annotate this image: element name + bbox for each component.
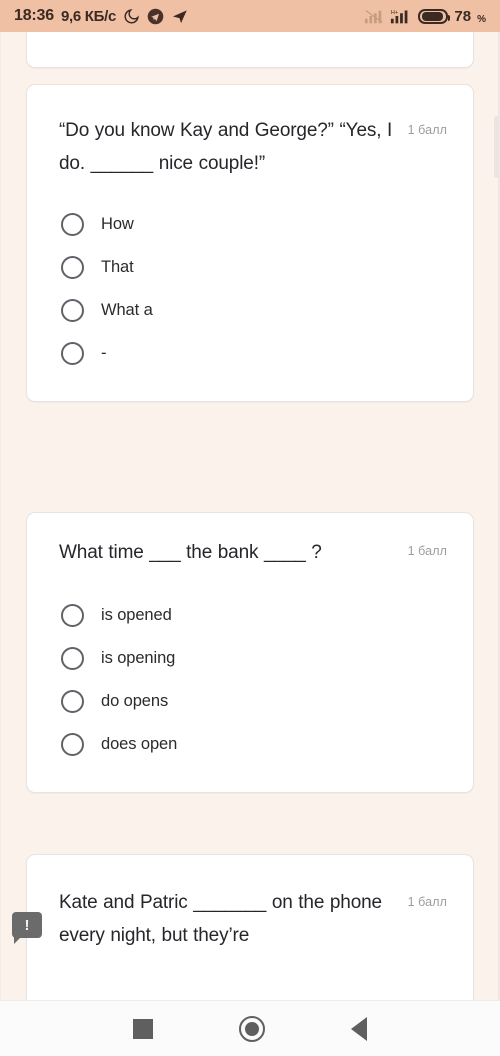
question-points-2: 1 балл bbox=[407, 544, 447, 558]
status-bar-right: H+ 78 % bbox=[364, 8, 486, 25]
option-label: That bbox=[101, 257, 134, 276]
percent-symbol: % bbox=[477, 13, 486, 25]
phone-screen: 18:36 9,6 КБ/с H+ 78 % “Do you know Kay … bbox=[0, 0, 500, 1056]
option-label: does open bbox=[101, 734, 178, 753]
option-label: do opens bbox=[101, 691, 169, 710]
option-label: is opening bbox=[101, 648, 176, 667]
options-list-1: How That What a - bbox=[27, 181, 473, 401]
battery-percent: 78 bbox=[454, 7, 472, 25]
send-icon bbox=[172, 10, 187, 24]
option-label: is opened bbox=[101, 605, 172, 624]
question-points-3: 1 балл bbox=[407, 895, 447, 909]
option-row[interactable]: What a bbox=[27, 289, 473, 332]
radio-button-icon[interactable] bbox=[61, 603, 84, 627]
option-row[interactable]: How bbox=[27, 203, 473, 246]
option-label: - bbox=[101, 343, 107, 362]
question-header-3: Kate and Patric _______ on the phone eve… bbox=[27, 855, 473, 953]
question-points-1: 1 балл bbox=[407, 123, 447, 137]
option-label: What a bbox=[101, 300, 153, 319]
question-card-1[interactable]: “Do you know Kay and George?” “Yes, I do… bbox=[26, 84, 474, 402]
option-label: How bbox=[101, 214, 134, 233]
signal-icon-2: H+ bbox=[391, 10, 408, 24]
feedback-badge-icon[interactable]: ! bbox=[12, 912, 42, 944]
moon-icon bbox=[124, 8, 139, 23]
question-header-1: “Do you know Kay and George?” “Yes, I do… bbox=[27, 85, 473, 181]
question-text-3: Kate and Patric _______ on the phone eve… bbox=[59, 892, 382, 946]
radio-button-icon[interactable] bbox=[61, 298, 84, 322]
android-navigation-bar bbox=[0, 1000, 500, 1056]
battery-icon bbox=[418, 8, 451, 24]
svg-text:H+: H+ bbox=[391, 10, 398, 16]
form-scroll-area[interactable]: “Do you know Kay and George?” “Yes, I do… bbox=[0, 32, 500, 1000]
signal-icon bbox=[365, 10, 383, 24]
radio-button-icon[interactable] bbox=[61, 646, 84, 670]
radio-button-icon[interactable] bbox=[61, 255, 84, 279]
telegram-icon bbox=[147, 8, 164, 24]
option-row[interactable]: That bbox=[27, 246, 473, 289]
radio-button-icon[interactable] bbox=[61, 341, 84, 365]
status-bar: 18:36 9,6 КБ/с H+ 78 % bbox=[0, 0, 500, 32]
question-card-2[interactable]: What time ___ the bank ____ ? 1 балл is … bbox=[26, 512, 474, 793]
options-list-2: is opened is opening do opens does open bbox=[27, 568, 473, 792]
home-circle-icon[interactable] bbox=[239, 1015, 265, 1042]
question-text-2: What time ___ the bank ____ ? bbox=[59, 542, 322, 563]
back-triangle-icon[interactable] bbox=[351, 1016, 367, 1041]
status-bar-left: 18:36 9,6 КБ/с bbox=[14, 7, 364, 25]
option-row[interactable]: is opened bbox=[27, 594, 473, 637]
question-card-previous[interactable] bbox=[26, 32, 474, 68]
left-edge-line bbox=[0, 32, 1, 1000]
status-time: 18:36 bbox=[14, 7, 54, 24]
scrollbar[interactable] bbox=[494, 116, 499, 178]
radio-button-icon[interactable] bbox=[61, 689, 84, 713]
option-row[interactable]: does open bbox=[27, 723, 473, 766]
option-row[interactable]: do opens bbox=[27, 680, 473, 723]
radio-button-icon[interactable] bbox=[61, 212, 84, 236]
status-data-rate: 9,6 КБ/с bbox=[60, 7, 117, 25]
question-card-3[interactable]: Kate and Patric _______ on the phone eve… bbox=[26, 854, 474, 1000]
question-text-1: “Do you know Kay and George?” “Yes, I do… bbox=[59, 120, 393, 174]
recents-square-icon[interactable] bbox=[133, 1018, 153, 1039]
option-row[interactable]: - bbox=[27, 332, 473, 375]
radio-button-icon[interactable] bbox=[61, 732, 84, 756]
question-header-2: What time ___ the bank ____ ? 1 балл bbox=[27, 513, 473, 568]
option-row[interactable]: is opening bbox=[27, 637, 473, 680]
